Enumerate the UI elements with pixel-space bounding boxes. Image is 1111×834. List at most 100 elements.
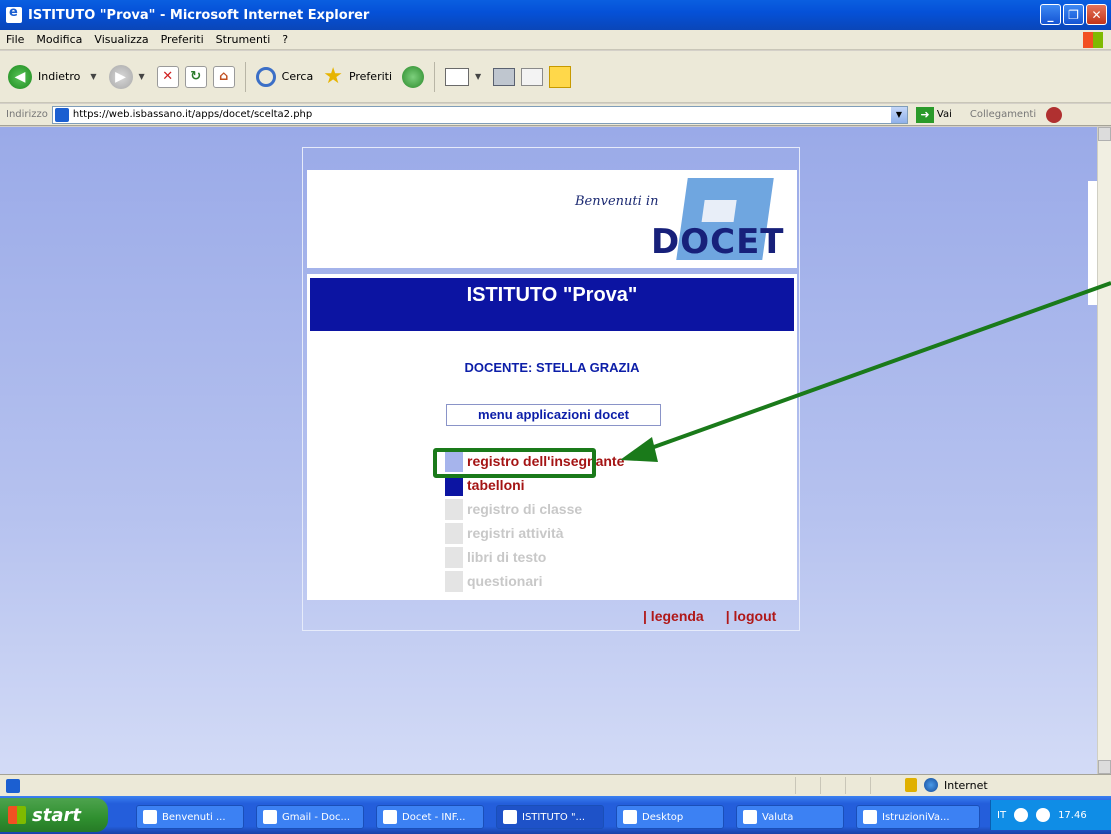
menu-help[interactable]: ? <box>282 33 288 46</box>
address-input[interactable]: https://web.isbassano.it/apps/docet/scel… <box>51 105 908 124</box>
task-label[interactable]: IstruzioniVa... <box>882 812 950 823</box>
menu-bullet <box>445 522 463 544</box>
search-button-label[interactable]: Cerca <box>282 70 314 83</box>
menu-bar: File Modifica Visualizza Preferiti Strum… <box>0 30 1111 50</box>
institute-title: ISTITUTO "Prova" <box>310 278 794 331</box>
window-title: ISTITUTO "Prova" - Microsoft Internet Ex… <box>28 7 370 23</box>
ie-icon <box>503 810 517 824</box>
address-dropdown-icon[interactable]: ▼ <box>890 106 907 123</box>
restore-icon[interactable]: ❐ <box>1063 4 1084 25</box>
annotation-highlight-box <box>433 448 596 478</box>
task-button[interactable]: Gmail - Doc... <box>256 805 364 829</box>
refresh-icon[interactable]: ↻ <box>184 65 207 88</box>
task-button[interactable]: Docet - INF... <box>376 805 484 829</box>
menu-modifica[interactable]: Modifica <box>36 33 82 46</box>
edit-icon[interactable] <box>521 67 544 86</box>
menu-item-label[interactable]: tabelloni <box>467 477 525 493</box>
print-icon[interactable] <box>493 67 516 86</box>
lock-icon <box>905 778 917 792</box>
menu-preferiti[interactable]: Preferiti <box>161 33 204 46</box>
side-panel <box>1088 181 1097 305</box>
menu-item-label: registro di classe <box>467 501 583 517</box>
task-button[interactable]: Desktop <box>616 805 724 829</box>
task-label[interactable]: Docet - INF... <box>402 812 465 823</box>
menu-item-label: registri attività <box>467 525 564 541</box>
back-button-label[interactable]: Indietro <box>38 70 80 83</box>
links-label[interactable]: Collegamenti <box>970 109 1036 120</box>
forward-icon[interactable]: ▶ <box>108 64 133 89</box>
header-box: Benvenuti in DOCET <box>307 170 797 268</box>
word-icon <box>863 810 877 824</box>
messenger-tray-icon[interactable] <box>1036 808 1051 822</box>
docet-logo-text: DOCET <box>651 222 785 262</box>
welcome-text: Benvenuti in <box>575 194 659 209</box>
ie-icon <box>383 810 397 824</box>
menu-item-questionari: questionari <box>445 570 542 592</box>
language-indicator[interactable]: IT <box>997 810 1006 821</box>
task-button[interactable]: Benvenuti ... <box>136 805 244 829</box>
close-icon[interactable]: ✕ <box>1086 4 1107 25</box>
status-pane <box>870 777 871 794</box>
go-label[interactable]: Vai <box>937 109 952 120</box>
task-label[interactable]: Gmail - Doc... <box>282 812 350 823</box>
clock: 17.46 <box>1058 809 1087 821</box>
ie-icon <box>263 810 277 824</box>
go-arrow-icon[interactable]: ➜ <box>915 106 934 123</box>
stop-icon[interactable]: ✕ <box>156 65 179 88</box>
scroll-up-icon[interactable] <box>1098 127 1111 141</box>
scroll-down-icon[interactable] <box>1098 760 1111 774</box>
task-button[interactable]: Valuta <box>736 805 844 829</box>
tray-arrow-icon[interactable] <box>1014 808 1029 822</box>
system-tray: IT 17.46 <box>990 800 1111 830</box>
favorites-icon[interactable]: ★ <box>323 64 343 89</box>
footer-links: | legenda | logout <box>643 608 776 624</box>
status-pane <box>845 777 846 794</box>
toolbar: ◀ Indietro ▼ ▶ ▼ ✕ ↻ ⌂ Cerca ★ Preferiti… <box>0 51 1111 103</box>
minimize-icon[interactable]: _ <box>1040 4 1061 25</box>
forward-dropdown-icon[interactable]: ▼ <box>139 72 145 81</box>
media-icon[interactable] <box>402 65 425 88</box>
vertical-scrollbar[interactable] <box>1097 127 1111 774</box>
security-zone: Internet <box>944 779 988 792</box>
address-bar: Indirizzo https://web.isbassano.it/apps/… <box>0 104 1111 126</box>
home-icon[interactable]: ⌂ <box>212 65 235 88</box>
main-box: ISTITUTO "Prova" DOCENTE: STELLA GRAZIA … <box>307 274 797 600</box>
menu-item-label: questionari <box>467 573 543 589</box>
go-button[interactable]: ➜ Vai <box>915 106 952 123</box>
address-url[interactable]: https://web.isbassano.it/apps/docet/scel… <box>73 109 887 120</box>
back-icon[interactable]: ◀ <box>8 64 32 89</box>
extension-icon[interactable] <box>1046 106 1063 123</box>
menu-bullet <box>445 498 463 520</box>
internet-zone-icon <box>924 778 938 792</box>
menu-bullet <box>445 570 463 592</box>
menu-bullet <box>445 546 463 568</box>
window-controls: _ ❐ ✕ <box>1040 4 1107 25</box>
mail-dropdown-icon[interactable]: ▼ <box>475 72 481 81</box>
messenger-icon[interactable] <box>549 65 572 88</box>
task-label[interactable]: ISTITUTO "... <box>522 812 585 823</box>
search-icon[interactable] <box>255 66 276 87</box>
toolbar-separator <box>244 61 246 92</box>
teacher-name: DOCENTE: STELLA GRAZIA <box>464 360 640 375</box>
windows-flag-icon <box>8 806 26 824</box>
task-label[interactable]: Valuta <box>762 812 793 823</box>
address-label: Indirizzo <box>6 109 48 120</box>
legenda-link[interactable]: | legenda <box>643 608 704 624</box>
task-label[interactable]: Desktop <box>642 812 683 823</box>
back-dropdown-icon[interactable]: ▼ <box>90 72 96 81</box>
ie-icon <box>6 5 22 23</box>
task-button-active[interactable]: ISTITUTO "... <box>496 805 604 829</box>
task-label[interactable]: Benvenuti ... <box>162 812 226 823</box>
start-label[interactable]: start <box>32 805 81 826</box>
favorites-button-label[interactable]: Preferiti <box>349 70 392 83</box>
status-pane <box>820 777 821 794</box>
menu-file[interactable]: File <box>6 33 24 46</box>
start-button[interactable]: start <box>0 798 108 832</box>
menu-strumenti[interactable]: Strumenti <box>216 33 271 46</box>
task-button[interactable]: IstruzioniVa... <box>856 805 980 829</box>
menu-item-libri-testo: libri di testo <box>445 546 546 568</box>
logout-link[interactable]: | logout <box>726 608 777 624</box>
menu-visualizza[interactable]: Visualizza <box>94 33 148 46</box>
status-bar: Internet <box>0 774 1111 796</box>
mail-icon[interactable] <box>445 67 470 86</box>
